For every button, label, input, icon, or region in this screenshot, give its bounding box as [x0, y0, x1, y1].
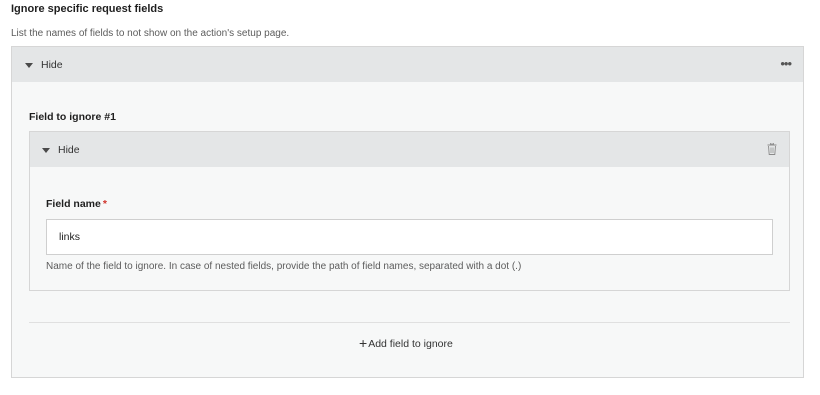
caret-down-icon[interactable]: [25, 63, 33, 68]
add-field-button[interactable]: +Add field to ignore: [359, 335, 453, 351]
ignore-fields-section: Ignore specific request fields List the …: [0, 0, 820, 395]
field-name-input[interactable]: links: [46, 219, 773, 255]
section-description: List the names of fields to not show on …: [11, 28, 290, 39]
required-marker: *: [102, 198, 107, 210]
field-name-help-text: Name of the field to ignore. In case of …: [46, 261, 522, 272]
trash-icon[interactable]: [767, 143, 777, 155]
field-name-label: Field name *: [46, 198, 107, 210]
outer-panel-header[interactable]: Hide •••: [12, 47, 803, 82]
field-item-panel: Hide Field name * links Name of the field…: [29, 131, 790, 291]
divider: [29, 322, 790, 323]
add-field-label: Add field to ignore: [368, 338, 453, 350]
outer-panel: Hide ••• Field to ignore #1 Hide Field n…: [11, 46, 804, 378]
section-title: Ignore specific request fields: [11, 3, 164, 15]
caret-down-icon[interactable]: [42, 148, 50, 153]
more-horizontal-icon[interactable]: •••: [780, 57, 792, 70]
field-item-title: Field to ignore #1: [29, 111, 116, 123]
field-item-header[interactable]: Hide: [30, 132, 789, 167]
outer-hide-toggle[interactable]: Hide: [41, 59, 63, 71]
plus-icon: +: [359, 335, 368, 351]
field-name-label-text: Field name: [46, 198, 101, 210]
field-hide-toggle[interactable]: Hide: [58, 144, 80, 156]
